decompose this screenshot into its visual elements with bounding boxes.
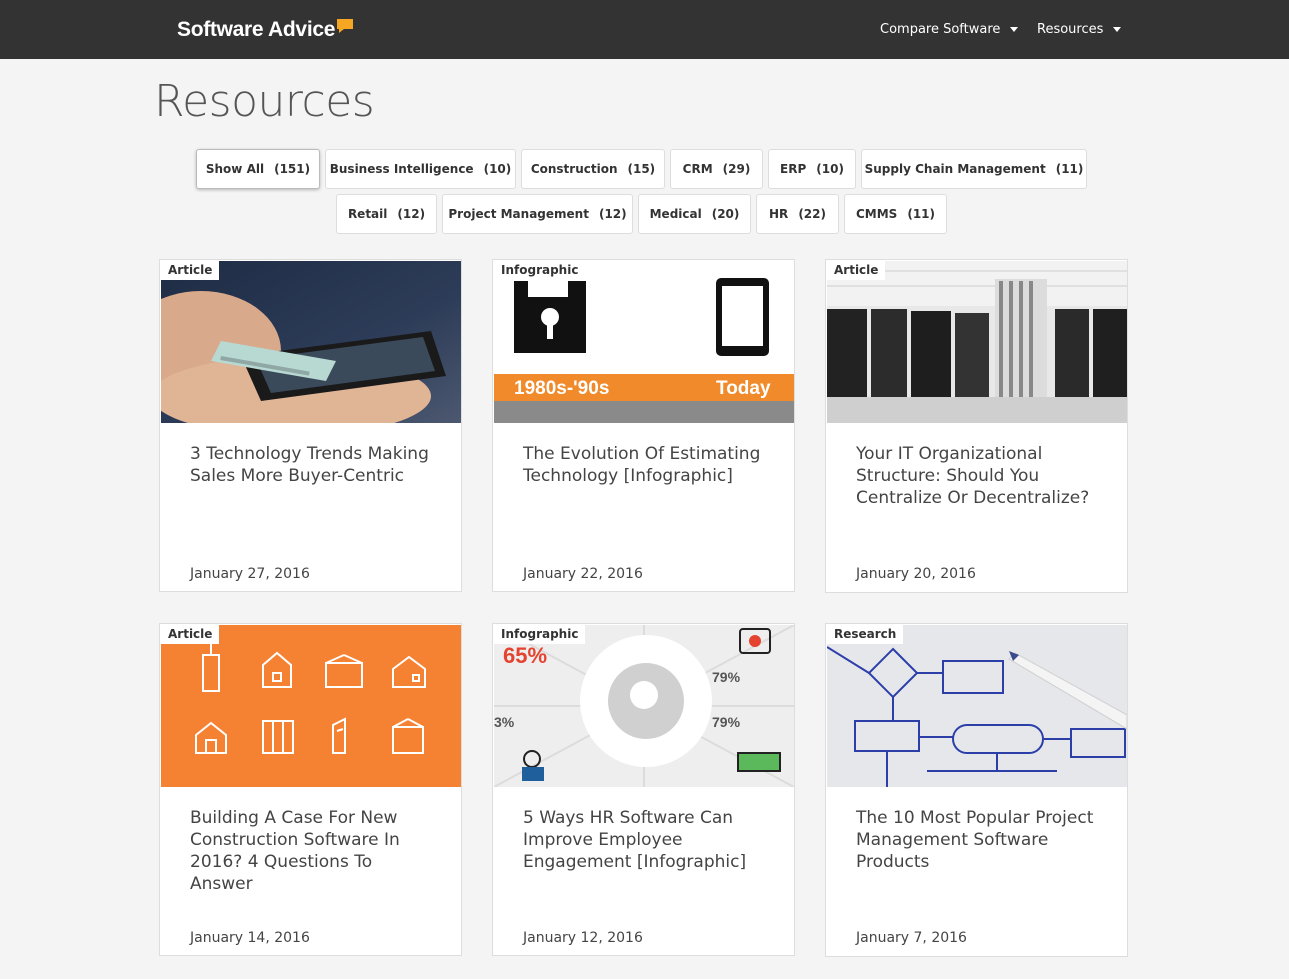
filter-label: ERP [780,162,807,176]
filter-cmms[interactable]: CMMS (11) [844,194,947,234]
filter-label: Supply Chain Management [864,162,1046,176]
top-navbar: Software Advice Compare Software Resourc… [0,0,1289,59]
card-tag: Article [161,261,220,280]
filter-label: Show All [205,162,265,176]
card-title[interactable]: Your IT Organizational Structure: Should… [856,443,1106,509]
card-title[interactable]: The 10 Most Popular Project Management S… [856,807,1106,873]
filter-label: Business Intelligence [329,162,474,176]
filter-erp[interactable]: ERP (10) [768,149,856,189]
filter-count: (12) [598,207,627,221]
card-title[interactable]: The Evolution Of Estimating Technology [… [523,443,773,487]
filter-supply-chain-management[interactable]: Supply Chain Management (11) [861,149,1087,189]
filter-label: CMMS [855,207,898,221]
card-title[interactable]: 3 Technology Trends Making Sales More Bu… [190,443,440,487]
card-tag: Article [827,261,886,280]
caret-down-icon [1010,26,1019,32]
filter-count: (20) [711,207,740,221]
page-title: Resources [154,76,375,127]
nav-compare-software[interactable]: Compare Software [880,19,1019,39]
resource-card[interactable]: 65% 79% 79% 3% Infographic 5 Ways HR Sof… [492,623,795,956]
card-date: January 12, 2016 [523,930,643,946]
filter-count: (29) [722,162,751,176]
card-date: January 20, 2016 [856,566,976,582]
img-stat-primary: 65% [503,643,547,668]
card-date: January 14, 2016 [190,930,310,946]
speech-bubble-icon [337,19,354,33]
filter-count: (151) [274,162,311,176]
filter-count: (11) [907,207,935,221]
filter-count: (10) [483,162,512,176]
card-date: January 7, 2016 [856,930,967,946]
filter-label: Retail [347,207,388,221]
filter-business-intelligence[interactable]: Business Intelligence (10) [325,149,516,189]
filter-crm[interactable]: CRM (29) [670,149,763,189]
filter-count: (12) [397,207,426,221]
logo-text: Software Advice [177,18,336,41]
card-tag: Research [827,625,904,644]
card-tag: Infographic [494,625,586,644]
filter-medical[interactable]: Medical (20) [638,194,751,234]
filter-label: CRM [682,162,713,176]
card-thumbnail-flowchart-sketch [827,625,1127,787]
filter-label: HR [769,207,789,221]
card-thumbnail-server-room [827,261,1127,423]
card-title[interactable]: 5 Ways HR Software Can Improve Employee … [523,807,773,873]
filter-count: (11) [1055,162,1084,176]
card-thumbnail-hr-infographic: 65% 79% 79% 3% [494,625,794,787]
card-thumbnail-estimating-evolution: 1980s-'90s Today [494,261,794,423]
card-thumbnail-phone-payment [161,261,461,423]
card-date: January 27, 2016 [190,566,310,582]
card-thumbnail-construction-icons [161,625,461,787]
card-tag: Infographic [494,261,586,280]
filter-count: (10) [816,162,844,176]
card-tag: Article [161,625,220,644]
img-stat: 3% [494,714,515,730]
img-label-left: 1980s-'90s [514,378,609,399]
card-title[interactable]: Building A Case For New Construction Sof… [190,807,440,895]
resource-card[interactable]: Article Building A Case For New Construc… [159,623,462,956]
filter-project-management[interactable]: Project Management (12) [442,194,633,234]
filter-label: Construction [530,162,618,176]
resource-card[interactable]: 1980s-'90s Today Infographic The Evoluti… [492,259,795,592]
nav-compare-software-label: Compare Software [880,21,1001,37]
caret-down-icon [1113,26,1122,32]
nav-resources-label: Resources [1037,21,1104,37]
filter-count: (22) [798,207,826,221]
filter-show-all[interactable]: Show All (151) [196,149,320,189]
logo[interactable]: Software Advice [177,17,354,43]
resource-card[interactable]: Article Your IT Organizational Structure… [825,259,1128,593]
resource-card[interactable]: Research The 10 Most Popular Project Man… [825,623,1128,957]
filter-label: Medical [649,207,702,221]
filter-retail[interactable]: Retail (12) [336,194,437,234]
filter-hr[interactable]: HR (22) [756,194,839,234]
filter-construction[interactable]: Construction (15) [521,149,665,189]
nav-resources[interactable]: Resources [1037,19,1122,39]
card-date: January 22, 2016 [523,566,643,582]
filter-count: (15) [627,162,656,176]
resource-card[interactable]: Article 3 Technology Trends Making Sales… [159,259,462,592]
img-stat: 79% [712,714,741,730]
filter-label: Project Management [448,207,589,221]
img-stat: 79% [712,669,741,685]
img-label-right: Today [716,378,771,399]
